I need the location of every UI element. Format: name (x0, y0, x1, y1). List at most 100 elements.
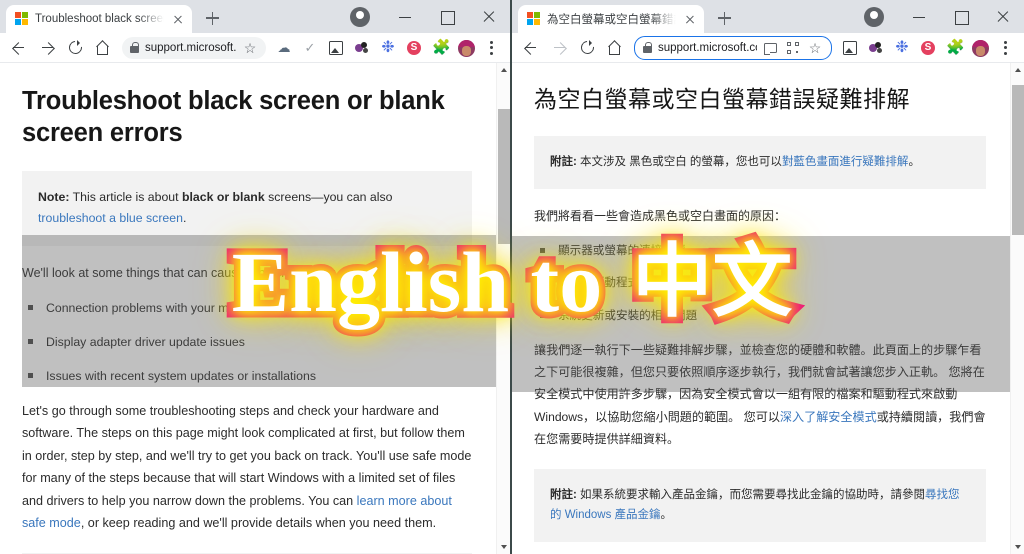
s-badge-icon[interactable]: S (916, 36, 940, 60)
tab-strip-left: Troubleshoot black screen or blank scree… (0, 0, 510, 33)
note-box-top: 附註: 本文涉及 黑色或空白 的螢幕，您也可以對藍色畫面進行疑難排解。 (534, 135, 986, 189)
window-controls-left (384, 0, 510, 33)
note-prefix: 附註: (550, 155, 577, 168)
window-close-button[interactable] (468, 0, 510, 33)
list-item: 顯示器或螢幕的連接問題 (536, 241, 986, 261)
note-text-a: 本文涉及 黑色或空白 的螢幕，您也可以 (576, 155, 782, 168)
list-item: Connection problems with your monitor or… (24, 298, 472, 319)
note-text-a: This article is about (69, 190, 182, 205)
scroll-down-arrow[interactable] (1011, 540, 1024, 554)
window-controls-right (898, 0, 1024, 33)
url-text: support.microsoft.com/zh (658, 41, 757, 54)
image-icon[interactable] (324, 36, 348, 60)
list-item: 系統更新或安裝的相關問題 (536, 306, 986, 326)
flower-icon[interactable]: ❉ (890, 36, 914, 60)
url-text: support.microsoft.com/... (145, 41, 236, 54)
s-badge-icon[interactable]: S (402, 36, 426, 60)
page-title: Troubleshoot black screen or blank scree… (22, 87, 445, 148)
address-bar-left[interactable]: support.microsoft.com/... ☆ (122, 36, 266, 59)
home-icon[interactable] (90, 35, 116, 61)
note-text-b: screens—you can also (264, 190, 393, 205)
tab-title: Troubleshoot black screen or blank scree… (35, 13, 164, 25)
flower-icon[interactable]: ❉ (376, 36, 400, 60)
scroll-up-arrow[interactable] (497, 63, 510, 77)
back-arrow-icon[interactable] (518, 35, 544, 61)
page-content-english: Troubleshoot black screen or blank scree… (0, 63, 510, 554)
scrollbar-thumb[interactable] (498, 109, 510, 244)
lock-icon (643, 42, 652, 53)
list-item: 顯示卡驅動程式更新問題 (536, 273, 986, 293)
note-bold: black or blank (181, 190, 265, 205)
note-link-blue-screen[interactable]: 對藍色畫面進行疑難排解 (782, 156, 909, 168)
close-icon[interactable] (170, 11, 186, 27)
reload-icon[interactable] (62, 35, 88, 61)
puzzle-icon[interactable]: 🧩 (428, 36, 452, 60)
note-prefix: 附註: (550, 488, 577, 501)
link-safe-mode[interactable]: 深入了解安全模式 (780, 410, 877, 424)
scrollbar-right[interactable] (1010, 63, 1024, 554)
profile-badge-icon[interactable] (350, 7, 370, 27)
note-text-c: 。 (908, 155, 920, 168)
page-content-chinese: 為空白螢幕或空白螢幕錯誤疑難排解 附註: 本文涉及 黑色或空白 的螢幕，您也可以… (512, 63, 1024, 554)
scroll-down-arrow[interactable] (497, 540, 510, 554)
dots-icon[interactable] (864, 36, 888, 60)
cast-icon[interactable] (763, 40, 779, 56)
microsoft-logo-icon (527, 12, 541, 26)
note-text-b: 。 (660, 509, 673, 522)
new-tab-button[interactable] (198, 4, 226, 32)
tab-title: 為空白螢幕或空白螢幕錯誤疑難排解 (547, 14, 676, 26)
window-close-button[interactable] (982, 0, 1024, 33)
toolbar-right: support.microsoft.com/zh ☆ ❉ S 🧩 (512, 33, 1024, 63)
profile-badge-icon[interactable] (864, 7, 884, 27)
lock-icon (130, 42, 139, 53)
tab-english-article[interactable]: Troubleshoot black screen or blank scree… (6, 5, 192, 33)
bookmark-star-icon[interactable]: ☆ (807, 40, 823, 56)
cause-list: Connection problems with your monitor or… (24, 298, 472, 387)
tab-chinese-article[interactable]: 為空白螢幕或空白螢幕錯誤疑難排解 (518, 5, 704, 33)
maximize-button[interactable] (940, 0, 982, 33)
kebab-menu-icon[interactable] (994, 36, 1018, 60)
body-paragraph: Let's go through some troubleshooting st… (22, 400, 472, 534)
browser-window-english: Troubleshoot black screen or blank scree… (0, 0, 512, 554)
note-text-a: 如果系統要求輸入產品金鑰，而您需要尋找此金鑰的協助時，請參閱 (576, 488, 926, 501)
qr-code-icon[interactable] (785, 40, 801, 56)
maximize-button[interactable] (426, 0, 468, 33)
body-text-b: , or keep reading and we'll provide deta… (80, 516, 437, 531)
avatar-icon[interactable] (454, 36, 478, 60)
new-tab-button[interactable] (710, 4, 738, 32)
tab-strip-right: 為空白螢幕或空白螢幕錯誤疑難排解 (512, 0, 1024, 33)
note-link-blue-screen[interactable]: troubleshoot a blue screen (38, 211, 183, 225)
cloud-icon[interactable]: ☁ (272, 36, 296, 60)
scrollbar-left[interactable] (496, 63, 510, 554)
address-bar-right[interactable]: support.microsoft.com/zh ☆ (634, 35, 832, 60)
reload-icon[interactable] (574, 35, 600, 61)
body-paragraph: 讓我們逐一執行下一些疑難排解步驟，並檢查您的硬體和軟體。此頁面上的步驟乍看之下可… (534, 339, 986, 451)
list-item: Display adapter driver update issues (24, 332, 472, 353)
avatar-icon[interactable] (968, 36, 992, 60)
lede-text: 我們將看看一些會造成黑色或空白畫面的原因： (534, 208, 787, 223)
list-item: Issues with recent system updates or ins… (24, 366, 472, 387)
image-icon[interactable] (838, 36, 862, 60)
forward-arrow-icon[interactable] (34, 35, 60, 61)
checkmark-icon[interactable]: ✓ (298, 36, 322, 60)
bookmark-star-icon[interactable]: ☆ (242, 40, 258, 56)
scrollbar-thumb[interactable] (1012, 85, 1024, 235)
note-prefix: Note: (38, 190, 70, 205)
back-arrow-icon[interactable] (6, 35, 32, 61)
toolbar-left: support.microsoft.com/... ☆ ☁ ✓ ❉ S 🧩 (0, 33, 510, 63)
browser-window-chinese: 為空白螢幕或空白螢幕錯誤疑難排解 support.microsoft.com/z… (512, 0, 1024, 554)
dots-icon[interactable] (350, 36, 374, 60)
body-text-a: Let's go through some troubleshooting st… (22, 404, 472, 508)
kebab-menu-icon[interactable] (480, 36, 504, 60)
minimize-button[interactable] (898, 0, 940, 33)
forward-arrow-icon (546, 35, 572, 61)
note-text-c: . (182, 211, 187, 226)
minimize-button[interactable] (384, 0, 426, 33)
home-icon[interactable] (602, 35, 628, 61)
note-box-top: Note: This article is about black or bla… (22, 171, 472, 246)
cause-list: 顯示器或螢幕的連接問題 顯示卡驅動程式更新問題 系統更新或安裝的相關問題 (536, 241, 986, 326)
puzzle-icon[interactable]: 🧩 (942, 36, 966, 60)
scroll-up-arrow[interactable] (1011, 63, 1024, 77)
close-icon[interactable] (682, 11, 698, 27)
page-title: 為空白螢幕或空白螢幕錯誤疑難排解 (534, 86, 910, 112)
